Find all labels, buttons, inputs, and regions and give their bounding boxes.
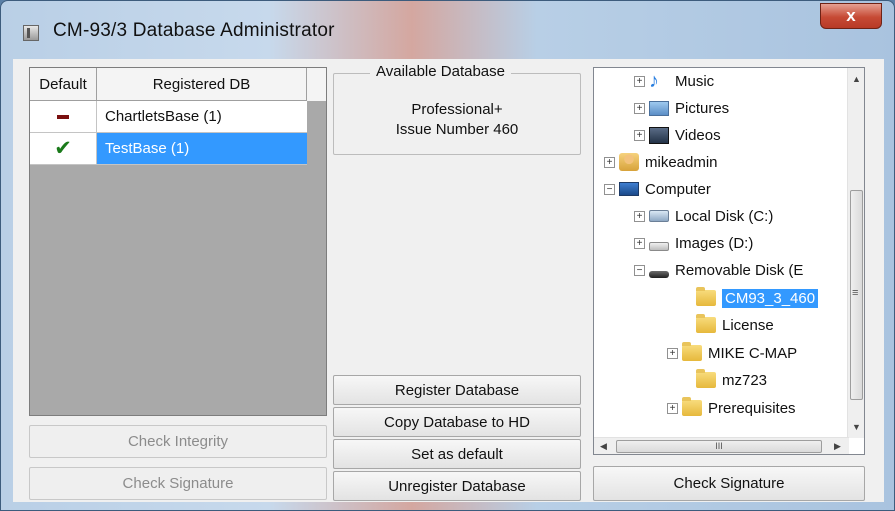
folder-icon — [696, 314, 716, 333]
list-header: Default Registered DB — [30, 68, 326, 101]
expand-icon[interactable]: + — [634, 102, 645, 114]
tree-item-label: Prerequisites — [708, 399, 796, 417]
group-title: Available Database — [370, 63, 511, 80]
close-button[interactable]: x — [820, 3, 882, 29]
tree-item-mike-cmap[interactable]: + MIKE C-MAP — [667, 340, 797, 366]
tree-item-label: Images (D:) — [675, 234, 754, 252]
folder-icon — [682, 397, 702, 416]
window-title: CM-93/3 Database Administrator — [53, 20, 335, 41]
scroll-down-icon[interactable]: ▼ — [852, 422, 861, 432]
collapse-icon[interactable]: − — [604, 183, 615, 195]
dash-icon — [57, 114, 69, 119]
registered-db-list[interactable]: Default Registered DB ChartletsBase (1) … — [29, 67, 327, 416]
horizontal-scrollbar[interactable]: ◀ III ▶ — [594, 437, 849, 454]
check-signature-button-right[interactable]: Check Signature — [593, 466, 865, 501]
tree-item-label: Pictures — [675, 99, 730, 117]
tree-item-label: License — [722, 316, 774, 334]
collapse-icon[interactable]: − — [634, 264, 645, 276]
tree-item-local-disk[interactable]: + Local Disk (C:) — [634, 203, 773, 229]
column-header-default[interactable]: Default — [30, 68, 97, 101]
tree-item-label: Videos — [675, 126, 721, 144]
tree-item-videos[interactable]: + Videos — [634, 122, 721, 148]
user-folder-icon — [619, 153, 639, 171]
unregister-database-button[interactable]: Unregister Database — [333, 471, 581, 501]
computer-icon — [619, 182, 639, 196]
tree-item-label: MIKE C-MAP — [708, 344, 798, 362]
default-cell[interactable]: ✔ — [30, 133, 97, 165]
check-signature-button-left[interactable]: Check Signature — [29, 467, 327, 500]
tree-item-label: Computer — [645, 180, 711, 198]
available-database-group: Available Database Professional+ Issue N… — [333, 63, 581, 155]
folder-icon — [682, 342, 702, 361]
expand-icon[interactable]: + — [604, 156, 615, 168]
tree-item-license[interactable]: License — [696, 312, 774, 338]
music-icon: ♪ — [649, 70, 659, 92]
expand-icon[interactable]: + — [634, 75, 645, 87]
copy-database-button[interactable]: Copy Database to HD — [333, 407, 581, 437]
expand-icon[interactable]: + — [634, 129, 645, 141]
check-integrity-button[interactable]: Check Integrity — [29, 425, 327, 458]
expand-icon[interactable]: + — [634, 237, 645, 249]
tree-item-removable-disk[interactable]: − Removable Disk (E — [634, 257, 803, 283]
default-cell[interactable] — [30, 101, 97, 133]
scroll-up-icon[interactable]: ▲ — [852, 74, 861, 84]
app-window: CM-93/3 Database Administrator x Default… — [0, 0, 895, 511]
local-disk-icon — [649, 210, 669, 222]
expand-icon[interactable]: + — [667, 402, 678, 414]
tree-item-prerequisites[interactable]: + Prerequisites — [667, 395, 796, 421]
videos-icon — [649, 126, 669, 144]
registered-db-cell[interactable]: ChartletsBase (1) — [97, 101, 307, 133]
tree-item-mikeadmin[interactable]: + mikeadmin — [604, 149, 718, 175]
column-header-registered-db[interactable]: Registered DB — [97, 68, 307, 101]
tree-item-label: CM93_3_460 — [722, 288, 819, 308]
folder-icon — [696, 287, 716, 306]
drive-icon — [649, 241, 669, 251]
tree-item-label: Music — [675, 72, 715, 90]
horizontal-scroll-thumb[interactable]: III — [616, 440, 822, 453]
tree-item-music[interactable]: + ♪ Music — [634, 68, 714, 94]
tree-item-cm93[interactable]: CM93_3_460 — [696, 285, 819, 311]
removable-disk-icon — [649, 270, 669, 278]
dialog-body: Default Registered DB ChartletsBase (1) … — [13, 59, 884, 502]
register-database-button[interactable]: Register Database — [333, 375, 581, 405]
tree-item-computer[interactable]: − Computer — [604, 176, 711, 202]
pictures-icon — [649, 100, 669, 116]
tree-item-images-drive[interactable]: + Images (D:) — [634, 230, 753, 256]
title-bar[interactable]: CM-93/3 Database Administrator x — [1, 1, 894, 61]
tree-item-label: mz723 — [722, 371, 768, 389]
expand-icon[interactable]: + — [634, 210, 645, 222]
folder-tree[interactable]: + ♪ Music + Pictures + Videos + mikeadmi… — [593, 67, 865, 455]
vertical-scrollbar[interactable]: ▲ ▼ — [847, 68, 864, 438]
tree-item-label: Removable Disk (E — [675, 261, 804, 279]
tree-item-pictures[interactable]: + Pictures — [634, 95, 729, 121]
checkmark-icon: ✔ — [54, 137, 72, 160]
vertical-scroll-thumb[interactable] — [850, 190, 863, 400]
scroll-left-icon[interactable]: ◀ — [600, 441, 607, 452]
tree-item-label: mikeadmin — [645, 153, 718, 171]
table-row[interactable]: ChartletsBase (1) — [30, 101, 326, 133]
expand-icon[interactable]: + — [667, 347, 678, 359]
registered-db-cell[interactable]: TestBase (1) — [97, 133, 307, 165]
tree-item-label: Local Disk (C:) — [675, 207, 774, 225]
table-row[interactable]: ✔ TestBase (1) — [30, 133, 326, 165]
edition-text: Professional+ — [411, 101, 503, 118]
database-info: Professional+ Issue Number 460 — [334, 100, 580, 140]
app-icon — [23, 25, 39, 41]
set-as-default-button[interactable]: Set as default — [333, 439, 581, 469]
tree-item-mz723[interactable]: mz723 — [696, 367, 767, 393]
issue-number-text: Issue Number 460 — [395, 121, 519, 138]
scroll-right-icon[interactable]: ▶ — [834, 441, 841, 452]
folder-icon — [696, 369, 716, 388]
